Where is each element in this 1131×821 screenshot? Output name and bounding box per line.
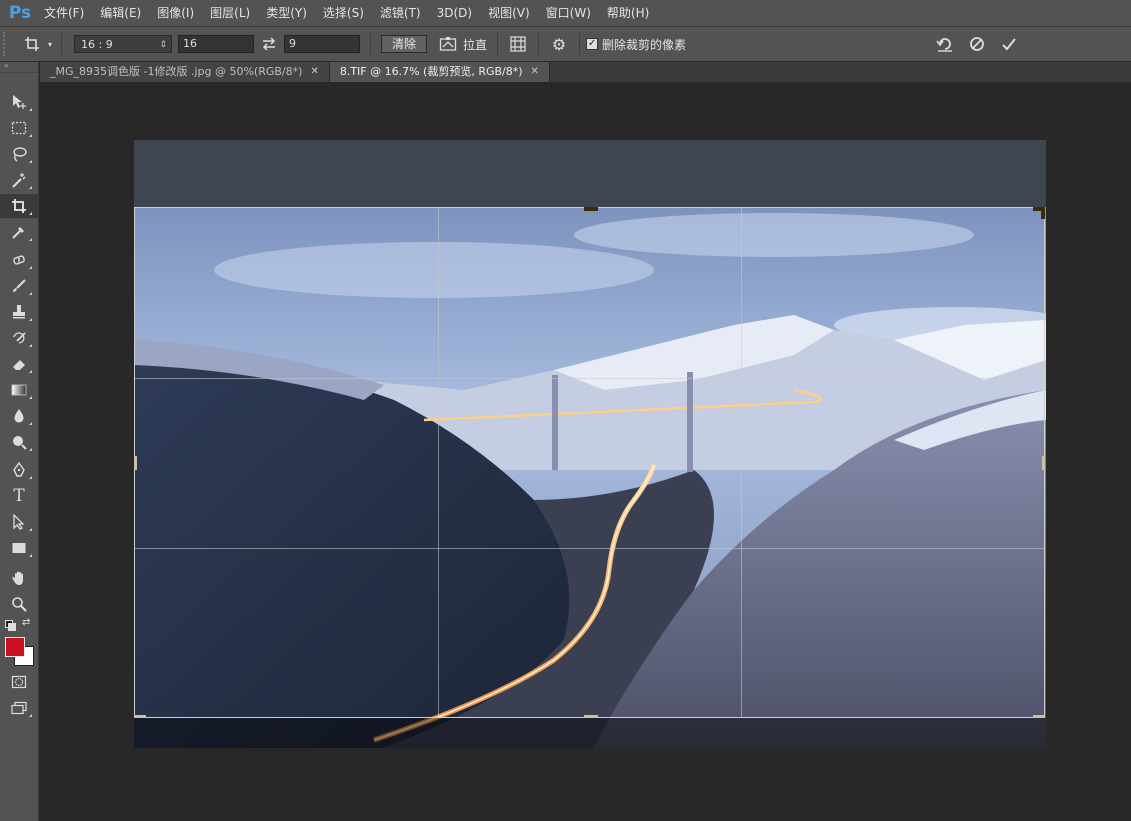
type-icon[interactable]: T <box>0 484 38 508</box>
options-grip[interactable] <box>3 32 11 56</box>
check-icon[interactable] <box>993 36 1025 52</box>
crop-handle-right[interactable] <box>1042 456 1045 470</box>
menu-layer[interactable]: 图层(L) <box>202 0 258 26</box>
crop-guide-horizontal <box>135 548 1044 549</box>
crop-handle-left[interactable] <box>134 456 137 470</box>
crop-handle-bottom-right[interactable] <box>1033 715 1045 718</box>
menu-image[interactable]: 图像(I) <box>149 0 202 26</box>
grid-icon[interactable] <box>504 36 532 52</box>
ratio-select[interactable]: 16 : 9 ⇕ <box>74 35 172 53</box>
stamp-icon[interactable] <box>0 300 38 324</box>
panel-collapse-icon[interactable]: » <box>0 62 38 73</box>
crop-box[interactable] <box>134 207 1045 718</box>
tool-preset-chevron-icon[interactable]: ▾ <box>45 40 55 49</box>
eyedropper-icon[interactable] <box>0 220 38 244</box>
tab-label: _MG_8935调色版 -1修改版 .jpg @ 50%(RGB/8*) <box>50 65 303 78</box>
reset-icon[interactable] <box>929 36 961 52</box>
default-colors-icon[interactable] <box>5 620 16 631</box>
magic-wand-icon[interactable] <box>0 168 38 192</box>
hand-icon[interactable] <box>0 566 38 590</box>
close-icon[interactable]: ✕ <box>310 62 318 82</box>
menu-3d[interactable]: 3D(D) <box>429 0 480 26</box>
straighten-icon[interactable] <box>433 36 463 52</box>
cancel-icon[interactable] <box>961 36 993 52</box>
separator <box>538 33 540 55</box>
separator <box>497 33 499 55</box>
clear-button[interactable]: 清除 <box>381 35 428 53</box>
tools-panel: » T ⇄ <box>0 62 39 821</box>
menu-edit[interactable]: 编辑(E) <box>92 0 149 26</box>
menu-file[interactable]: 文件(F) <box>36 0 92 26</box>
crop-handle-top[interactable] <box>584 207 598 211</box>
crop-handle-bottom[interactable] <box>584 715 598 718</box>
swap-arrows-icon[interactable] <box>254 37 284 51</box>
delete-pixels-label[interactable]: 删除裁剪的像素 <box>602 36 686 53</box>
separator <box>61 33 62 55</box>
rectangle-icon[interactable] <box>0 536 38 560</box>
screen-mode-icon[interactable] <box>0 696 38 720</box>
menu-bar: Ps 文件(F) 编辑(E) 图像(I) 图层(L) 类型(Y) 选择(S) 滤… <box>0 0 1131 27</box>
menu-select[interactable]: 选择(S) <box>315 0 372 26</box>
crop-handle-top-right-side[interactable] <box>1041 207 1045 219</box>
foreground-color-swatch[interactable] <box>5 637 25 657</box>
history-brush-icon[interactable] <box>0 326 38 350</box>
crop-height-field[interactable]: 9 <box>284 35 360 53</box>
separator <box>370 33 371 55</box>
chevron-updown-icon: ⇕ <box>159 40 167 50</box>
gradient-icon[interactable] <box>0 378 38 402</box>
crop-handle-bottom-left[interactable] <box>134 715 146 718</box>
document-tabs: _MG_8935调色版 -1修改版 .jpg @ 50%(RGB/8*) ✕ 8… <box>40 62 1131 82</box>
crop-icon[interactable] <box>0 194 38 218</box>
delete-pixels-checkbox[interactable]: ✓ <box>586 38 599 50</box>
crop-guide-vertical <box>438 208 439 717</box>
straighten-label[interactable]: 拉直 <box>463 36 487 53</box>
menu-type[interactable]: 类型(Y) <box>258 0 315 26</box>
quick-mask-icon[interactable] <box>0 670 38 694</box>
zoom-icon[interactable] <box>0 592 38 616</box>
crop-guide-vertical <box>741 208 742 717</box>
blur-icon[interactable] <box>0 404 38 428</box>
menu-help[interactable]: 帮助(H) <box>599 0 657 26</box>
menu-view[interactable]: 视图(V) <box>480 0 538 26</box>
crop-icon[interactable] <box>19 36 45 52</box>
tab-document-1[interactable]: _MG_8935调色版 -1修改版 .jpg @ 50%(RGB/8*) ✕ <box>40 62 330 82</box>
healing-brush-icon[interactable] <box>0 248 38 272</box>
dodge-icon[interactable] <box>0 430 38 454</box>
pen-icon[interactable] <box>0 458 38 482</box>
crop-guide-horizontal <box>135 378 1044 379</box>
options-bar: ▾ 16 : 9 ⇕ 16 9 清除 拉直 ⚙ ✓ 删除裁剪的像素 <box>0 27 1131 62</box>
ratio-value: 16 : 9 <box>81 38 113 51</box>
tab-document-2[interactable]: 8.TIF @ 16.7% (裁剪预览, RGB/8*) ✕ <box>329 62 550 82</box>
menu-filter[interactable]: 滤镜(T) <box>372 0 429 26</box>
brush-icon[interactable] <box>0 274 38 298</box>
close-icon[interactable]: ✕ <box>531 62 539 82</box>
swap-colors-icon[interactable]: ⇄ <box>22 617 30 628</box>
path-select-icon[interactable] <box>0 510 38 534</box>
lasso-icon[interactable] <box>0 142 38 166</box>
eraser-icon[interactable] <box>0 352 38 376</box>
crop-width-field[interactable]: 16 <box>178 35 254 53</box>
gear-icon[interactable]: ⚙ <box>545 35 573 54</box>
tab-label: 8.TIF @ 16.7% (裁剪预览, RGB/8*) <box>339 65 523 78</box>
move-icon[interactable] <box>0 90 38 114</box>
menu-window[interactable]: 窗口(W) <box>538 0 599 26</box>
marquee-icon[interactable] <box>0 116 38 140</box>
app-logo[interactable]: Ps <box>4 0 36 26</box>
separator <box>579 33 581 55</box>
